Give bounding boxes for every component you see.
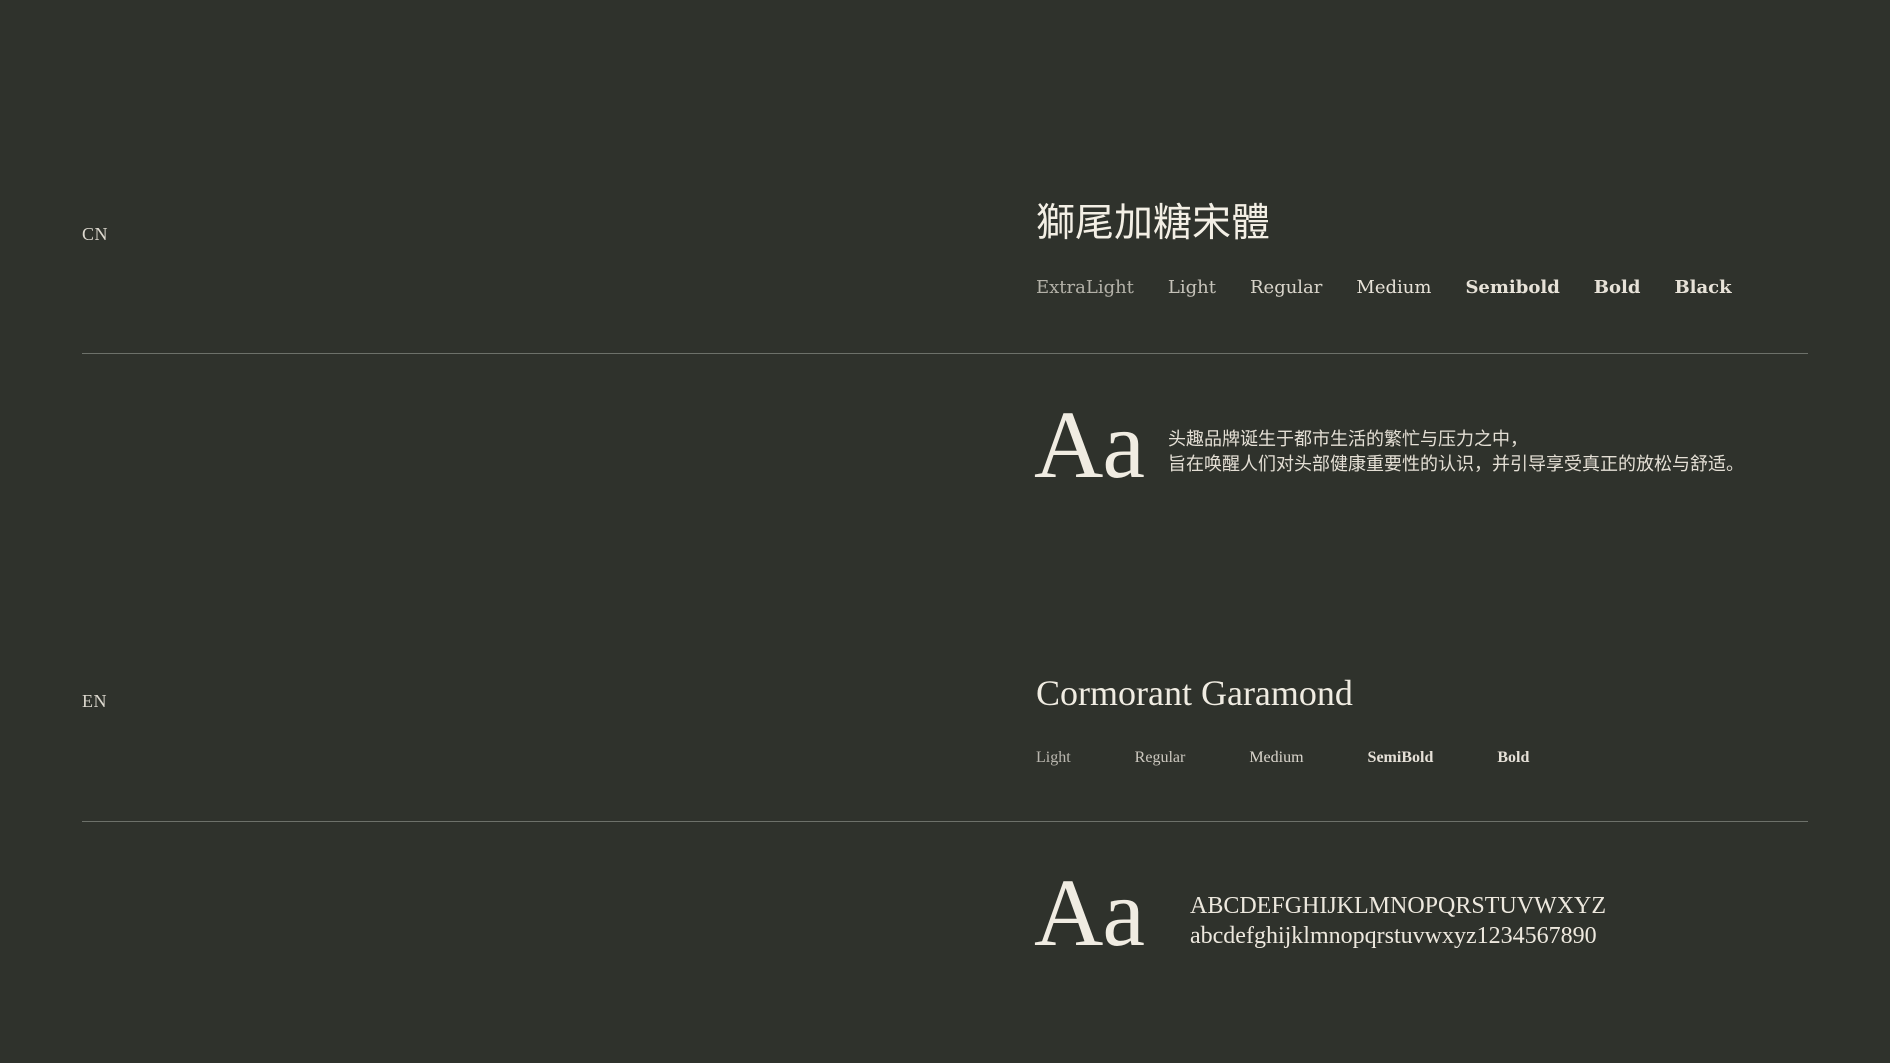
cn-weight-list: ExtraLight Light Regular Medium Semibold… [1036, 279, 1732, 297]
en-font-name: Cormorant Garamond [1036, 673, 1353, 713]
en-weight-semibold: SemiBold [1367, 749, 1434, 766]
cn-sample-text: 头趣品牌诞生于都市生活的繁忙与压力之中， 旨在唤醒人们对头部健康重要性的认识，并… [1168, 427, 1744, 477]
cn-weight-regular: Regular [1249, 277, 1323, 298]
cn-section-label: CN [82, 224, 109, 244]
cn-sample-line-1: 头趣品牌诞生于都市生活的繁忙与压力之中， [1168, 429, 1528, 450]
en-weight-list: Light Regular Medium SemiBold Bold [1036, 750, 1529, 766]
en-weight-medium: Medium [1249, 749, 1304, 766]
en-sample-text: ABCDEFGHIJKLMNOPQRSTUVWXYZ abcdefghijklm… [1190, 891, 1606, 951]
cn-weight-semibold: Semibold [1465, 277, 1560, 298]
cn-weight-extralight: ExtraLight [1036, 277, 1134, 298]
en-specimen: Aa [1034, 859, 1145, 966]
cn-weight-black: Black [1674, 277, 1732, 298]
en-weight-regular: Regular [1134, 749, 1186, 766]
en-divider [82, 821, 1808, 822]
en-sample-lowercase-digits: abcdefghijklmnopqrstuvwxyz1234567890 [1190, 923, 1597, 949]
en-weight-light: Light [1036, 749, 1071, 766]
cn-weight-light: Light [1167, 277, 1216, 298]
cn-specimen: Aa [1034, 391, 1145, 498]
en-section-label: EN [82, 691, 107, 711]
en-weight-bold: Bold [1497, 749, 1530, 766]
cn-divider [82, 353, 1808, 354]
cn-font-name: 獅尾加糖宋體 [1036, 201, 1271, 246]
cn-sample-line-2: 旨在唤醒人们对头部健康重要性的认识，并引导享受真正的放松与舒适。 [1168, 454, 1744, 475]
cn-weight-bold: Bold [1593, 277, 1641, 298]
en-sample-uppercase: ABCDEFGHIJKLMNOPQRSTUVWXYZ [1190, 893, 1607, 919]
cn-weight-medium: Medium [1356, 277, 1432, 298]
